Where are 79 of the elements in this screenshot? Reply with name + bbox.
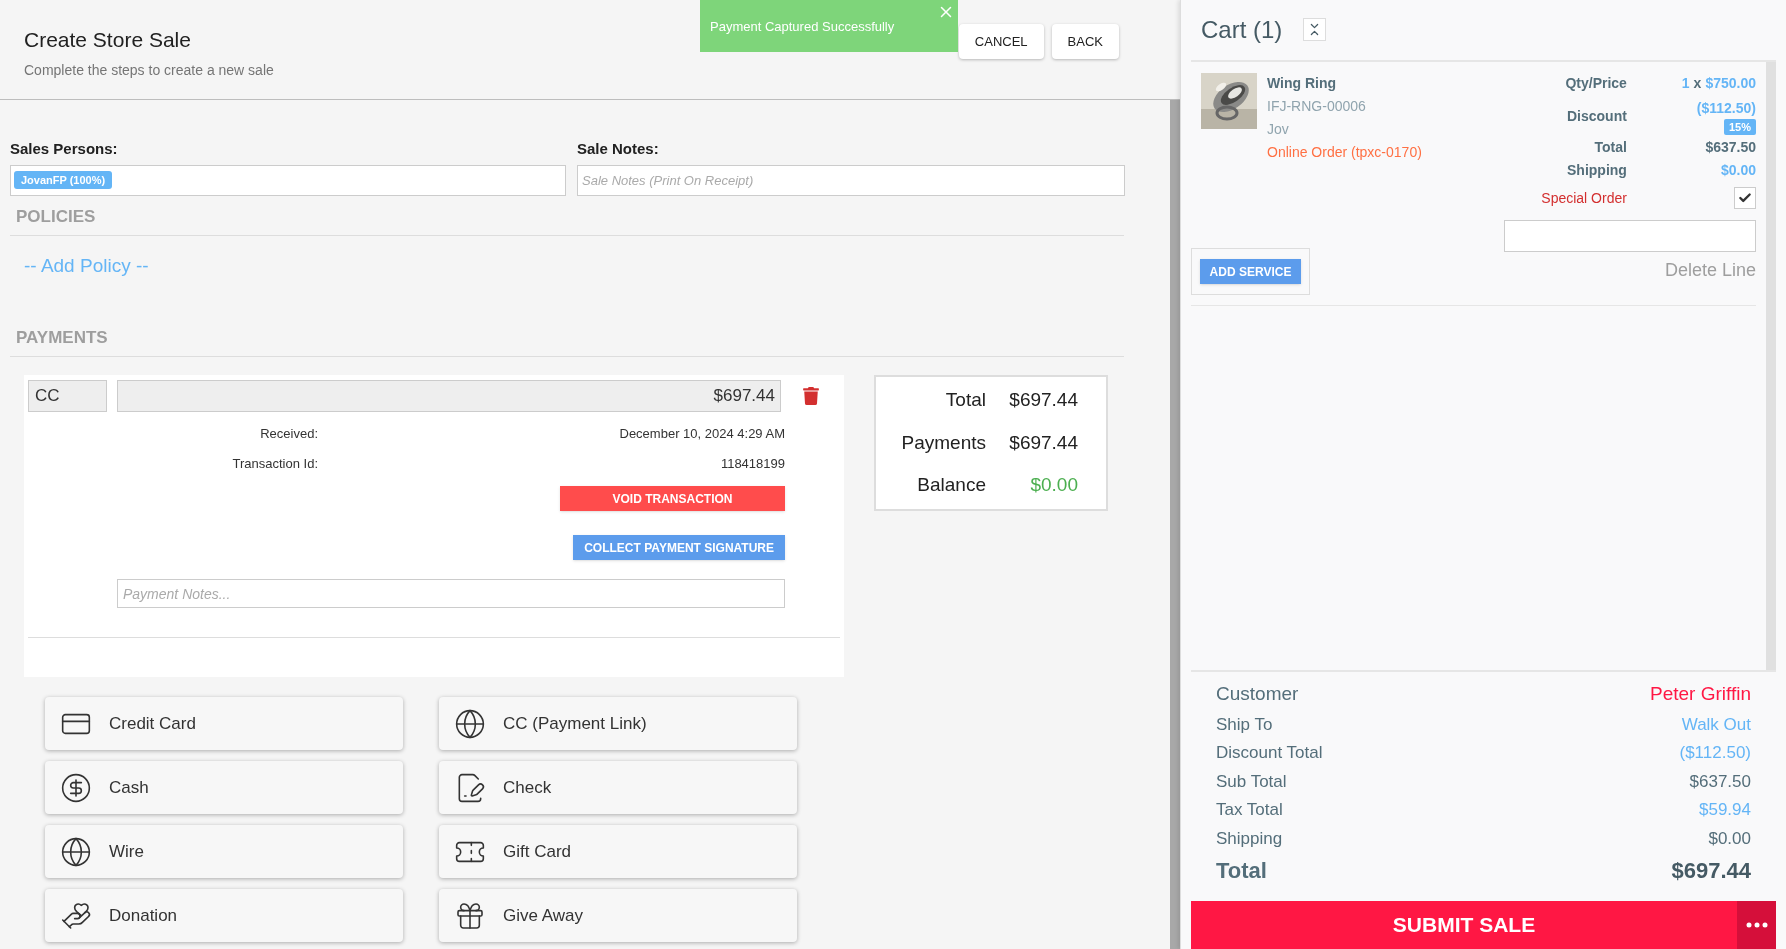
payment-method-button[interactable]: Give Away: [439, 889, 797, 942]
delete-line-link[interactable]: Delete Line: [1664, 257, 1756, 285]
total-value[interactable]: ($112.50): [1679, 740, 1751, 766]
item-order: Online Order (tpxc-0170): [1267, 142, 1423, 162]
summary-label: Balance: [917, 473, 986, 498]
globe-icon: [60, 835, 92, 868]
item-name: Wing Ring: [1267, 73, 1338, 93]
payment-method-button[interactable]: Donation: [45, 889, 403, 942]
item-times: x: [1693, 73, 1702, 93]
header-button[interactable]: CANCEL: [958, 24, 1044, 59]
collect-signature-button[interactable]: COLLECT PAYMENT SIGNATURE: [573, 535, 785, 560]
payment-method-button[interactable]: Check: [439, 761, 797, 814]
summary-value: $697.44: [1008, 430, 1078, 455]
payment-method-button[interactable]: Wire: [45, 825, 403, 878]
dollar-circle-icon: [60, 771, 92, 804]
summary-label: Total: [945, 388, 986, 413]
item-sku: IFJ-RNG-00006: [1267, 96, 1367, 116]
total-value: $0.00: [1708, 827, 1751, 850]
total-value[interactable]: $59.94: [1699, 797, 1751, 823]
item-label: Shipping: [1566, 161, 1627, 181]
total-value: $697.44: [1671, 857, 1751, 886]
trash-icon[interactable]: [802, 387, 820, 405]
total-value: $637.50: [1689, 770, 1751, 793]
globe-icon: [454, 707, 486, 740]
add-service-button[interactable]: ADD SERVICE: [1199, 259, 1302, 285]
total-label: Customer: [1216, 682, 1299, 707]
total-value: Peter Griffin: [1649, 682, 1751, 707]
collapse-button[interactable]: [1303, 18, 1327, 42]
payment-method-button[interactable]: Cash: [45, 761, 403, 814]
detail-label: Transaction Id:: [231, 454, 318, 473]
item-salesperson: Jov: [1267, 119, 1290, 139]
payment-amount-field[interactable]: $697.44: [117, 380, 781, 412]
toast-message: Payment Captured Successfully: [710, 18, 895, 36]
summary-value: $697.44: [1008, 388, 1078, 413]
payment-notes-field[interactable]: Payment Notes...: [117, 579, 785, 608]
detail-label: Received:: [259, 425, 318, 443]
page-subtitle: Complete the steps to create a new sale: [24, 60, 274, 80]
salesperson-tag: JovanFP (100%): [14, 170, 113, 190]
total-label: Shipping: [1216, 827, 1283, 850]
special-order-checkbox[interactable]: [1734, 187, 1756, 210]
summary-value: $0.00: [1029, 473, 1078, 498]
total-value[interactable]: Walk Out: [1681, 711, 1751, 738]
section-heading: POLICIES: [16, 206, 96, 226]
total-label: Ship To: [1216, 713, 1273, 736]
summary-label: Payments: [901, 430, 986, 455]
item-label: Qty/Price: [1564, 73, 1627, 93]
total-label: Sub Total: [1216, 770, 1287, 793]
sales-persons-field[interactable]: JovanFP (100%): [10, 164, 566, 196]
header-button[interactable]: BACK: [1051, 24, 1119, 59]
void-transaction-button[interactable]: VOID TRANSACTION: [560, 486, 785, 511]
submit-sale-button[interactable]: SUBMIT SALE: [1191, 901, 1737, 949]
field-label: Sales Persons:: [10, 139, 119, 159]
payment-method-button[interactable]: Credit Card: [45, 697, 403, 750]
field-label: Sale Notes:: [577, 139, 660, 159]
payment-method-button[interactable]: Gift Card: [439, 825, 797, 878]
page-title: Create Store Sale: [24, 27, 192, 53]
add-policy-link[interactable]: -- Add Policy --: [24, 255, 149, 276]
total-label: Total: [1216, 857, 1267, 886]
detail-value: 118418199: [719, 454, 785, 473]
item-label: Discount: [1566, 107, 1627, 126]
special-order-label: Special Order: [1540, 188, 1627, 208]
item-qty[interactable]: 1: [1681, 72, 1690, 94]
sale-notes-field[interactable]: Sale Notes (Print On Receipt): [577, 164, 1125, 196]
discount-badge: 15%: [1723, 118, 1756, 136]
item-price[interactable]: $750.00: [1705, 72, 1756, 94]
total-label: Tax Total: [1216, 799, 1283, 822]
more-button[interactable]: [1737, 901, 1776, 949]
detail-value: December 10, 2024 4:29 AM: [618, 425, 785, 443]
item-note-field[interactable]: [1504, 220, 1756, 253]
item-discount[interactable]: ($112.50): [1696, 97, 1756, 119]
payment-method-button[interactable]: CC (Payment Link): [439, 697, 797, 750]
item-shipping[interactable]: $0.00: [1720, 160, 1756, 182]
total-label: Discount Total: [1216, 742, 1323, 765]
item-total: $637.50: [1705, 138, 1756, 158]
cart-title: Cart (1): [1201, 14, 1283, 45]
section-heading: PAYMENTS: [16, 327, 108, 347]
payment-method-field[interactable]: CC: [28, 380, 107, 412]
item-label: Total: [1593, 138, 1627, 158]
more-icon: [1745, 922, 1768, 929]
